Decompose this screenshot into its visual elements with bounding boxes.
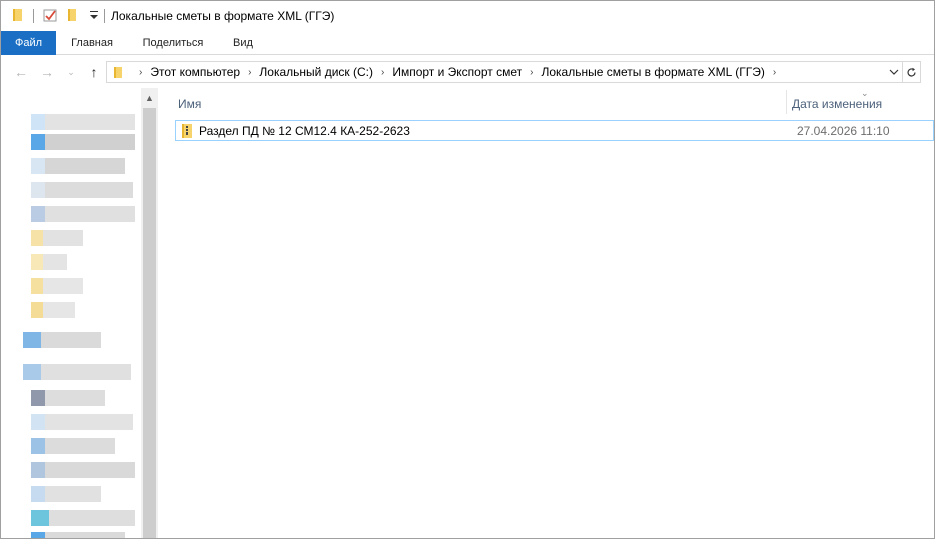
nav-pane-scrollbar[interactable]: ▲	[141, 88, 158, 538]
column-header-name[interactable]: Имя	[178, 97, 201, 111]
blurred-nav-item[interactable]	[31, 230, 83, 246]
scroll-up-chevron-icon[interactable]: ▲	[141, 90, 158, 107]
breadcrumb-this-pc[interactable]: Этот компьютер	[150, 65, 240, 79]
tab-home[interactable]: Главная	[59, 31, 125, 55]
breadcrumb-local-disk[interactable]: Локальный диск (C:)	[259, 65, 373, 79]
address-dropdown-chevron-icon[interactable]	[885, 61, 903, 83]
refresh-icon[interactable]	[903, 61, 921, 83]
ribbon-tabs: Файл Главная Поделиться Вид	[1, 31, 934, 55]
blurred-nav-item[interactable]	[31, 438, 115, 454]
blurred-nav-item[interactable]	[31, 462, 135, 478]
column-divider[interactable]	[786, 90, 787, 114]
folder-icon	[114, 66, 122, 78]
blurred-nav-item[interactable]	[31, 206, 135, 222]
blurred-nav-item[interactable]	[31, 158, 125, 174]
blurred-nav-item[interactable]	[31, 486, 101, 502]
breadcrumb-separator[interactable]: ›	[248, 67, 251, 78]
blurred-nav-item[interactable]	[31, 134, 135, 150]
title-bar: Локальные сметы в формате XML (ГГЭ)	[1, 1, 934, 31]
properties-icon[interactable]	[43, 8, 57, 22]
scrollbar-thumb[interactable]	[143, 108, 156, 538]
title-separator	[104, 9, 105, 23]
breadcrumb-separator: ›	[139, 66, 143, 78]
new-folder-icon[interactable]	[65, 8, 79, 22]
tab-file[interactable]: Файл	[1, 31, 56, 55]
customize-toolbar-icon[interactable]	[87, 8, 101, 22]
blurred-nav-item[interactable]	[23, 332, 101, 348]
blurred-nav-item[interactable]	[31, 510, 135, 526]
column-header-row: Имя ⌄ Дата изменения	[159, 88, 934, 116]
file-list-pane[interactable]: Имя ⌄ Дата изменения Раздел ПД № 12 СМ12…	[159, 88, 934, 538]
recent-locations-chevron-icon[interactable]: ⌄	[63, 64, 79, 80]
blurred-nav-item[interactable]	[23, 364, 131, 380]
blurred-nav-item[interactable]	[31, 254, 67, 270]
tab-share[interactable]: Поделиться	[133, 31, 213, 55]
up-arrow-icon[interactable]: ↑	[86, 64, 102, 80]
window-title: Локальные сметы в формате XML (ГГЭ)	[111, 9, 335, 23]
tab-view[interactable]: Вид	[223, 31, 263, 55]
blurred-nav-item[interactable]	[31, 390, 105, 406]
blurred-nav-item[interactable]	[31, 414, 133, 430]
breadcrumb-import-export[interactable]: Импорт и Экспорт смет	[392, 65, 522, 79]
folder-icon	[13, 9, 22, 21]
navigation-pane[interactable]: ▲	[1, 88, 158, 538]
column-header-date[interactable]: Дата изменения	[792, 97, 882, 111]
breadcrumb-separator[interactable]: ›	[773, 67, 776, 78]
explorer-window: Локальные сметы в формате XML (ГГЭ) Файл…	[0, 0, 935, 539]
address-bar[interactable]: › Этот компьютер › Локальный диск (C:) ›…	[106, 61, 903, 83]
breadcrumb-separator[interactable]: ›	[381, 67, 384, 78]
zip-folder-icon	[182, 124, 192, 138]
file-row[interactable]: Раздел ПД № 12 СМ12.4 КА-252-2623 27.04.…	[175, 120, 934, 141]
file-modified-date: 27.04.2026 11:10	[797, 124, 890, 138]
blurred-nav-item[interactable]	[31, 278, 83, 294]
title-separator	[33, 9, 34, 23]
blurred-nav-item[interactable]	[31, 532, 125, 538]
file-name: Раздел ПД № 12 СМ12.4 КА-252-2623	[199, 124, 410, 138]
breadcrumb-current-folder[interactable]: Локальные сметы в формате XML (ГГЭ)	[541, 65, 764, 79]
blurred-nav-item[interactable]	[31, 302, 75, 318]
forward-arrow-icon[interactable]: →	[39, 64, 55, 80]
blurred-nav-item[interactable]	[31, 182, 133, 198]
breadcrumb-separator[interactable]: ›	[530, 67, 533, 78]
blurred-nav-item[interactable]	[31, 114, 135, 130]
back-arrow-icon[interactable]: ←	[13, 64, 29, 80]
navigation-bar: ← → ⌄ ↑ › Этот компьютер › Локальный дис…	[1, 56, 934, 88]
